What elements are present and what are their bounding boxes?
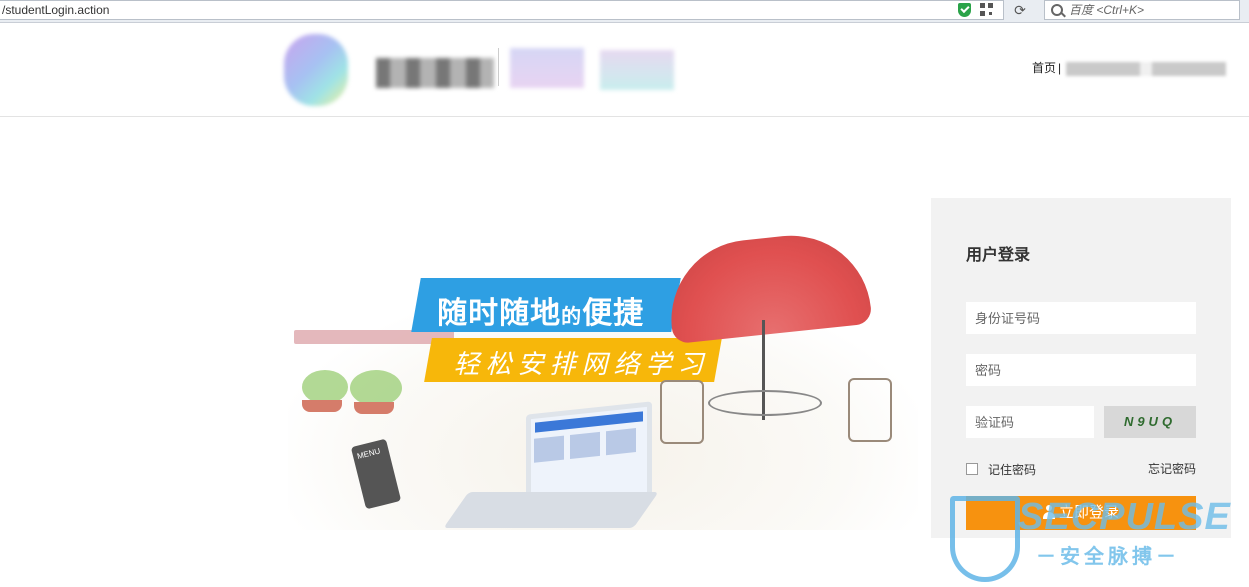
remember-checkbox[interactable]	[966, 463, 978, 475]
site-title-blurred	[376, 58, 494, 88]
id-number-input[interactable]	[966, 302, 1196, 334]
banner-illustration: MENU 随时随地的便捷 轻松安排网络学习	[288, 227, 918, 535]
cafe-table	[708, 390, 822, 416]
cafe-chair	[848, 378, 892, 442]
login-panel: 用户登录 N9UQ 记住密码 忘记密码 立即登录	[931, 198, 1231, 538]
slogan-line2: 轻松安排网络学习	[453, 349, 710, 379]
slogan-banner-yellow: 轻松安排网络学习	[424, 338, 722, 382]
flower-pot	[354, 402, 394, 414]
site-header: 首页 |	[0, 22, 1249, 117]
plant-decoration	[350, 370, 402, 406]
header-divider	[498, 48, 499, 86]
browser-search-box[interactable]: 百度 <Ctrl+K>	[1044, 0, 1240, 20]
address-bar[interactable]: /studentLogin.action	[0, 0, 1004, 20]
user-info-blurred	[1066, 61, 1227, 76]
watermark-brand: SECPULSE	[1018, 496, 1231, 538]
flower-pot	[302, 400, 342, 412]
slogan-banner-blue: 随时随地的便捷	[411, 278, 681, 332]
shop-awning	[294, 330, 454, 344]
link-separator: |	[1058, 61, 1062, 75]
captcha-image[interactable]: N9UQ	[1104, 406, 1196, 438]
remember-password[interactable]: 记住密码	[966, 461, 1036, 478]
remember-label: 记住密码	[988, 463, 1037, 477]
plant-decoration	[302, 370, 348, 404]
cafe-chair	[660, 380, 704, 444]
shield-logo-icon	[950, 496, 1020, 582]
secpulse-watermark: SECPULSE －安全脉搏－	[940, 490, 1249, 587]
browser-toolbar: /studentLogin.action ⟳ 百度 <Ctrl+K>	[0, 0, 1249, 23]
site-logo[interactable]	[284, 34, 348, 106]
search-placeholder: 百度 <Ctrl+K>	[1069, 3, 1145, 17]
login-title: 用户登录	[966, 247, 1031, 264]
watermark-subtitle: －安全脉搏－	[1036, 546, 1180, 568]
menu-board-label: MENU	[356, 446, 382, 461]
forgot-password-link[interactable]: 忘记密码	[1148, 460, 1196, 477]
shield-check-icon[interactable]	[958, 3, 971, 17]
search-icon	[1051, 4, 1063, 16]
password-input[interactable]	[966, 354, 1196, 386]
slogan-line1: 随时随地的便捷	[437, 297, 645, 330]
qr-code-icon[interactable]	[980, 3, 993, 16]
reload-icon[interactable]: ⟳	[1008, 2, 1032, 19]
captcha-input[interactable]	[966, 406, 1094, 438]
home-link[interactable]: 首页	[1032, 61, 1056, 75]
laptop-keyboard	[443, 492, 659, 528]
site-subtitle2-blurred	[600, 50, 674, 90]
site-subtitle-blurred	[510, 48, 584, 88]
top-links: 首页 |	[1032, 59, 1227, 76]
